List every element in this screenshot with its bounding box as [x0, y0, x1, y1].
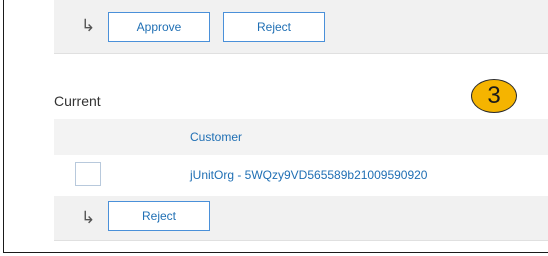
approve-button[interactable]: Approve [108, 12, 210, 42]
column-header-customer[interactable]: Customer [190, 130, 242, 144]
reject-button[interactable]: Reject [223, 12, 325, 42]
selection-arrow-icon: ↳ [81, 208, 96, 228]
customer-link[interactable]: jUnitOrg - 5WQzy9VD565589b21009590920 [190, 168, 427, 182]
row-checkbox[interactable] [75, 162, 101, 186]
step-number-badge: 3 [471, 79, 517, 113]
approval-panel: ↳ Approve Reject Current 3 Customer jUni… [3, 0, 548, 253]
table-header [54, 119, 548, 155]
section-title: Current [54, 93, 101, 109]
selection-arrow-icon: ↳ [81, 16, 96, 36]
reject-current-button[interactable]: Reject [108, 201, 210, 231]
